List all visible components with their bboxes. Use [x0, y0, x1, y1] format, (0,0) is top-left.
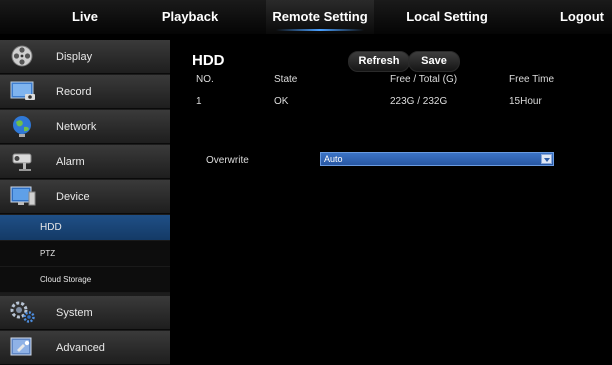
sidebar-item-label: Alarm [56, 156, 85, 168]
sidebar-item-label: Record [56, 86, 92, 98]
computer-monitor-icon [9, 184, 37, 208]
cell-no: 1 [196, 96, 202, 107]
column-header-free-total: Free / Total (G) [390, 74, 458, 85]
sidebar-item-network[interactable]: Network [0, 110, 170, 144]
sidebar-item-label: System [56, 307, 93, 319]
cell-state: OK [274, 96, 289, 107]
camera-monitor-icon [9, 79, 37, 103]
hdd-panel: HDD Refresh Save NO. State Free / Total … [178, 40, 612, 363]
column-header-no: NO. [196, 74, 214, 85]
sidebar-item-display[interactable]: Display [0, 40, 170, 74]
sidebar-item-system[interactable]: System [0, 296, 170, 330]
sidebar-item-label: Advanced [56, 342, 105, 354]
advanced-settings-icon [9, 335, 37, 359]
sidebar-item-label: Device [56, 191, 90, 203]
cell-free-total: 223G / 232G [390, 96, 448, 107]
overwrite-select[interactable]: Auto [320, 152, 554, 166]
column-header-free-time: Free Time [509, 74, 555, 85]
tab-logout[interactable]: Logout [552, 0, 612, 34]
film-reel-icon [9, 44, 37, 68]
sidebar-item-alarm[interactable]: Alarm [0, 145, 170, 179]
save-button[interactable]: Save [408, 51, 460, 72]
top-navigation: Live Playback Remote Setting Local Setti… [0, 0, 612, 34]
refresh-button[interactable]: Refresh [348, 51, 410, 72]
globe-icon [9, 114, 37, 138]
overwrite-select-value: Auto [324, 154, 343, 164]
cctv-camera-icon [9, 149, 37, 173]
cell-free-time: 15Hour [509, 96, 542, 107]
sidebar-subitem-label: PTZ [40, 249, 56, 258]
sidebar-subitem-hdd[interactable]: HDD [0, 215, 170, 241]
sidebar-item-record[interactable]: Record [0, 75, 170, 109]
sidebar-item-advanced[interactable]: Advanced [0, 331, 170, 365]
tab-playback[interactable]: Playback [150, 0, 230, 34]
chevron-down-icon[interactable] [541, 154, 552, 164]
sidebar-item-device[interactable]: Device [0, 180, 170, 214]
tab-live[interactable]: Live [0, 0, 170, 34]
sidebar-subitem-label: Cloud Storage [40, 275, 92, 284]
tab-local-setting[interactable]: Local Setting [392, 0, 502, 34]
sidebar: Display Record Network Alarm Device HDD … [0, 40, 170, 365]
sidebar-subitem-ptz[interactable]: PTZ [0, 241, 170, 267]
sidebar-item-label: Display [56, 51, 93, 63]
gears-icon [9, 300, 37, 324]
tab-remote-setting[interactable]: Remote Setting [266, 0, 374, 34]
overwrite-label: Overwrite [206, 155, 249, 166]
sidebar-subitem-label: HDD [40, 222, 62, 233]
sidebar-subitem-cloud-storage[interactable]: Cloud Storage [0, 267, 170, 293]
column-header-state: State [274, 74, 298, 85]
page-title: HDD [192, 52, 225, 69]
sidebar-item-label: Network [56, 121, 97, 133]
